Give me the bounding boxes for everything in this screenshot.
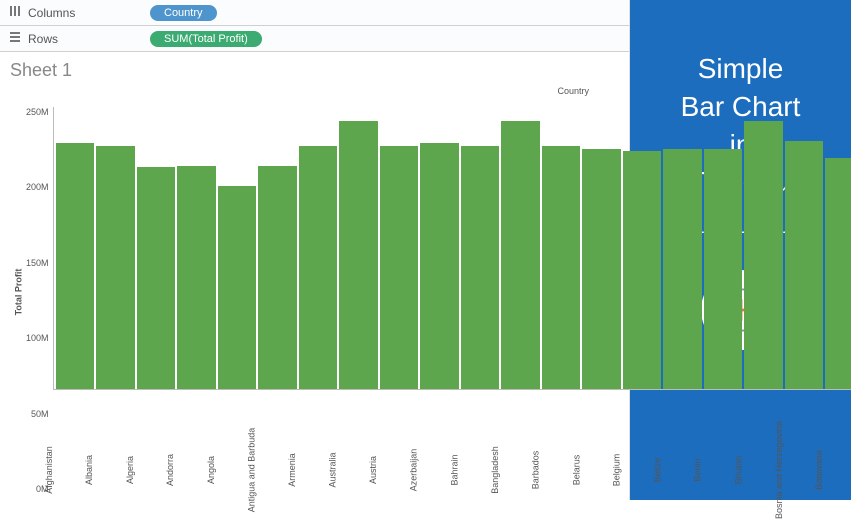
bar-bahrain[interactable] <box>461 146 500 389</box>
bar-afghanistan[interactable] <box>56 143 95 389</box>
y-tick: 50M <box>26 409 49 419</box>
bar-antigua-and-barbuda[interactable] <box>258 166 297 389</box>
y-tick: 150M <box>26 258 49 268</box>
rows-icon <box>8 31 22 46</box>
bar-azerbaijan[interactable] <box>420 143 459 389</box>
bar-bangladesh[interactable] <box>501 121 540 389</box>
columns-shelf-label: Columns <box>0 5 150 20</box>
bar-algeria[interactable] <box>137 167 176 389</box>
columns-icon <box>8 5 22 20</box>
column-axis-header: Country <box>557 86 589 96</box>
bar-armenia[interactable] <box>299 146 338 389</box>
rows-pill-profit[interactable]: SUM(Total Profit) <box>150 31 262 47</box>
worksheet: Sheet 1 Country Total Profit 250M 200M 150… <box>0 52 629 500</box>
bar-bhutan[interactable] <box>744 121 783 389</box>
bar-andorra[interactable] <box>177 166 216 389</box>
rows-shelf[interactable]: Rows SUM(Total Profit) <box>0 26 629 52</box>
y-tick: 200M <box>26 182 49 192</box>
bar-australia[interactable] <box>339 121 378 389</box>
x-tick: Belgium <box>622 390 661 500</box>
y-tick: 250M <box>26 107 49 117</box>
rows-text: Rows <box>28 32 58 46</box>
sheet-title[interactable]: Sheet 1 <box>10 60 619 81</box>
x-axis-ticks: AfghanistanAlbaniaAlgeriaAndorraAngolaAn… <box>53 390 851 500</box>
bar-albania[interactable] <box>96 146 135 389</box>
bar-barbados[interactable] <box>542 146 581 389</box>
columns-shelf[interactable]: Columns Country <box>0 0 629 26</box>
columns-pill-country[interactable]: Country <box>150 5 217 21</box>
bar-angola[interactable] <box>218 186 257 389</box>
y-axis-ticks: 250M200M150M100M50M0M <box>26 83 53 500</box>
columns-text: Columns <box>28 6 75 20</box>
chart-bars[interactable] <box>53 107 851 390</box>
bar-belgium[interactable] <box>623 151 662 389</box>
bar-austria[interactable] <box>380 146 419 389</box>
bar-belize[interactable] <box>663 149 702 389</box>
y-axis-label: Total Profit <box>13 268 23 315</box>
bar-bosnia-and-herzegovina[interactable] <box>785 141 824 389</box>
y-tick: 100M <box>26 333 49 343</box>
bar-benin[interactable] <box>704 149 743 389</box>
bar-belarus[interactable] <box>582 149 621 389</box>
rows-shelf-label: Rows <box>0 31 150 46</box>
bar-botswana[interactable] <box>825 158 851 389</box>
